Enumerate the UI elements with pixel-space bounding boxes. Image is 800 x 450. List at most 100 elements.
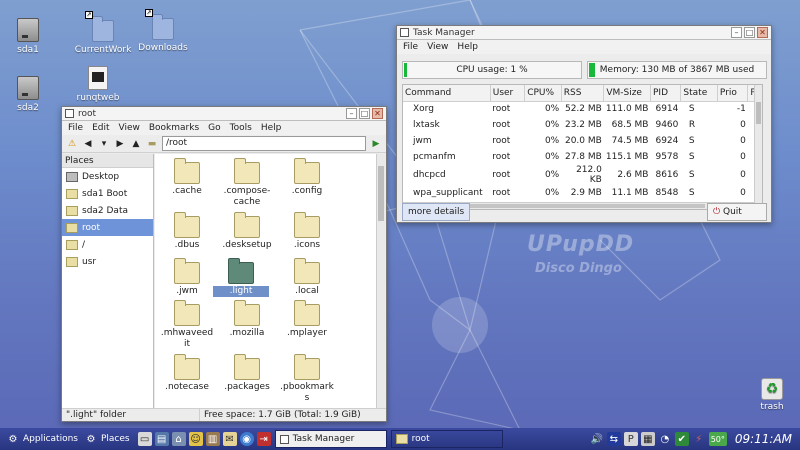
file-item[interactable]: .local: [277, 258, 337, 297]
pet-launcher-icon[interactable]: ☺: [188, 432, 203, 446]
column-header-pid[interactable]: PID: [650, 85, 682, 102]
cell-user: root: [492, 136, 511, 146]
file-item[interactable]: .mozilla: [217, 300, 277, 339]
quit-button[interactable]: ⏻ Quit: [707, 203, 767, 221]
go-icon[interactable]: ▶: [370, 138, 382, 150]
wallpaper-subtitle: Disco Dingo: [535, 261, 622, 276]
file-item[interactable]: .pbookmarks: [277, 354, 337, 404]
places-menu-button[interactable]: ⚙ Places: [84, 432, 130, 446]
cell-rss: 27.8 MB: [564, 152, 602, 162]
desktop-icon-trash[interactable]: ♻ trash: [752, 378, 792, 412]
table-row[interactable]: lxtask root 0% 23.2 MB 68.5 MB 9460 R 0: [403, 117, 759, 133]
package-launcher-icon[interactable]: ▥: [205, 432, 220, 446]
column-header-rss[interactable]: RSS: [561, 85, 605, 102]
file-item[interactable]: .packages: [217, 354, 277, 393]
wifi-icon[interactable]: ◔: [658, 432, 672, 446]
menu-file[interactable]: File: [68, 123, 83, 133]
cell-prio: 0: [740, 120, 746, 130]
shutdown-launcher-icon[interactable]: ⇥: [256, 432, 271, 446]
folder-icon: [66, 188, 78, 199]
clipboard-icon[interactable]: P: [623, 432, 638, 446]
folder-icon: [294, 258, 320, 284]
menu-help[interactable]: Help: [457, 42, 478, 52]
table-row[interactable]: pcmanfm root 0% 27.8 MB 115.1 MB 9578 S …: [403, 149, 759, 165]
sidebar-item-root[interactable]: root: [62, 219, 153, 236]
mail-launcher-icon[interactable]: ✉: [222, 432, 237, 446]
more-details-button[interactable]: more details: [402, 203, 471, 221]
minimize-button[interactable]: –: [346, 108, 357, 119]
file-item[interactable]: .notecase: [157, 354, 217, 393]
browser-launcher-icon[interactable]: ◉: [239, 432, 254, 446]
close-button[interactable]: ✕: [372, 108, 383, 119]
forward-icon[interactable]: ▶: [114, 138, 126, 150]
menu-tools[interactable]: Tools: [230, 123, 252, 133]
files-launcher-icon[interactable]: ▤: [154, 432, 169, 446]
status-free-space: Free space: 1.7 GiB (Total: 1.9 GiB): [204, 410, 361, 420]
up-icon[interactable]: ▲: [130, 138, 142, 150]
path-input[interactable]: /root: [162, 136, 366, 151]
table-row[interactable]: jwm root 0% 20.0 MB 74.5 MB 6924 S 0: [403, 133, 759, 149]
task-button-root[interactable]: root: [390, 430, 503, 448]
column-header-vmsize[interactable]: VM-Size: [603, 85, 651, 102]
network-icon[interactable]: ⇆: [606, 432, 621, 446]
menu-bookmarks[interactable]: Bookmarks: [149, 123, 199, 133]
file-item[interactable]: .mhwaveedit: [157, 300, 217, 350]
applications-menu-button[interactable]: ⚙ Applications: [6, 432, 78, 446]
maximize-button[interactable]: □: [359, 108, 370, 119]
sidebar-item-desktop[interactable]: Desktop: [62, 168, 153, 185]
file-item-selected[interactable]: .light: [213, 258, 269, 297]
sidebar-item-sda2-data[interactable]: sda2 Data: [62, 202, 153, 219]
menu-help[interactable]: Help: [261, 123, 282, 133]
column-header-cpu[interactable]: CPU%: [524, 85, 562, 102]
column-header-command[interactable]: Command: [403, 85, 491, 102]
desktop-icon-sda2[interactable]: sda2: [0, 76, 58, 113]
drive-launcher-icon[interactable]: ⌂: [171, 432, 186, 446]
volume-icon[interactable]: 🔊: [590, 432, 604, 446]
file-item[interactable]: .config: [277, 158, 337, 197]
maximize-button[interactable]: □: [744, 27, 755, 38]
close-button[interactable]: ✕: [757, 27, 768, 38]
table-row[interactable]: dhcpcd root 0% 212.0 KB 2.6 MB 8616 S 0: [403, 165, 759, 185]
file-item[interactable]: .dbus: [157, 212, 217, 251]
process-table[interactable]: Command User CPU% RSS VM-Size PID State …: [402, 84, 763, 210]
menu-view[interactable]: View: [119, 123, 140, 133]
file-item[interactable]: .compose-cache: [217, 158, 277, 208]
vertical-scrollbar[interactable]: [754, 85, 762, 209]
memory-meter-fill: [589, 63, 595, 77]
task-button-task-manager[interactable]: Task Manager: [274, 430, 387, 448]
firewall-icon[interactable]: ✔: [674, 432, 689, 446]
clock[interactable]: 09:11:AM: [735, 432, 792, 446]
file-manager-titlebar[interactable]: root – □ ✕: [62, 107, 386, 121]
file-item[interactable]: .cache: [157, 158, 217, 197]
desktop-icon-downloads[interactable]: ↗ Downloads: [133, 9, 193, 53]
file-item[interactable]: .desksetup: [217, 212, 277, 251]
column-header-prio[interactable]: Prio: [717, 85, 749, 102]
package-icon[interactable]: ▦: [640, 432, 655, 446]
menu-go[interactable]: Go: [208, 123, 220, 133]
column-header-state[interactable]: State: [680, 85, 718, 102]
column-header-user[interactable]: User: [490, 85, 526, 102]
file-view[interactable]: .cache .compose-cache .config .dbus .des…: [155, 154, 377, 410]
terminal-launcher-icon[interactable]: ▭: [137, 432, 152, 446]
desktop-icon-sda1[interactable]: sda1: [0, 18, 58, 55]
desktop-icon-currentwork[interactable]: ↗ CurrentWork: [73, 11, 133, 55]
table-row[interactable]: wpa_supplicant root 0% 2.9 MB 11.1 MB 85…: [403, 185, 759, 201]
task-manager-titlebar[interactable]: Task Manager – □ ✕: [397, 26, 771, 40]
vertical-scrollbar[interactable]: [376, 154, 385, 410]
file-item[interactable]: .icons: [277, 212, 337, 251]
table-row[interactable]: Xorg root 0% 52.2 MB 111.0 MB 6914 S -1: [403, 101, 759, 117]
menu-edit[interactable]: Edit: [92, 123, 109, 133]
minimize-button[interactable]: –: [731, 27, 742, 38]
chevron-down-icon[interactable]: ▾: [98, 138, 110, 150]
sidebar-item-filesystem[interactable]: /: [62, 236, 153, 253]
back-icon[interactable]: ◀: [82, 138, 94, 150]
file-item[interactable]: .jwm: [157, 258, 217, 297]
menu-view[interactable]: View: [427, 42, 448, 52]
sidebar-item-sda1-boot[interactable]: sda1 Boot: [62, 185, 153, 202]
sidebar-item-usr[interactable]: usr: [62, 253, 153, 270]
power-icon[interactable]: ⚡: [692, 432, 706, 446]
desktop-icon-runqtweb[interactable]: runqtweb: [68, 66, 128, 103]
menu-file[interactable]: File: [403, 42, 418, 52]
cell-rss: 23.2 MB: [564, 120, 602, 130]
file-item[interactable]: .mplayer: [277, 300, 337, 339]
